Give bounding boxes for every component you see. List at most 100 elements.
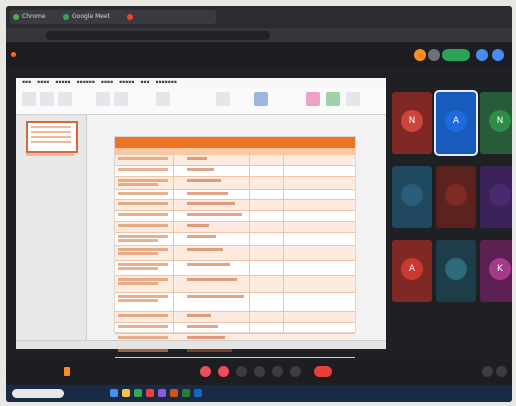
designer-icon[interactable] xyxy=(306,92,320,106)
new-slide-icon[interactable] xyxy=(40,92,54,106)
participant-tile[interactable]: A xyxy=(434,90,478,156)
camera-button[interactable] xyxy=(218,366,229,377)
browser-tab-bar: Chrome Google Meet xyxy=(6,6,512,28)
table-cell xyxy=(118,239,158,242)
taskbar-app-icon[interactable] xyxy=(158,389,166,397)
url-field[interactable] xyxy=(46,31,270,40)
record-indicator-icon xyxy=(64,367,70,376)
taskbar-app-icon[interactable] xyxy=(146,389,154,397)
chat-button[interactable] xyxy=(482,366,493,377)
table-cell xyxy=(118,314,168,317)
people-icon[interactable] xyxy=(428,49,440,61)
table-cell xyxy=(118,192,168,195)
taskbar-app-icon[interactable] xyxy=(110,389,118,397)
tab-favicon-icon xyxy=(13,14,19,20)
taskbar-app-icon[interactable] xyxy=(194,389,202,397)
taskbar-app-icon[interactable] xyxy=(134,389,142,397)
participant-tile[interactable]: K xyxy=(480,240,512,302)
account-icon[interactable] xyxy=(476,49,488,61)
table-cell xyxy=(187,295,244,298)
slide-title xyxy=(115,137,355,148)
table-divider xyxy=(249,155,250,332)
table-row xyxy=(115,323,355,334)
participant-tile[interactable]: N xyxy=(480,92,512,154)
taskbar-app-icon[interactable] xyxy=(170,389,178,397)
slide-subtitle-row xyxy=(115,148,355,155)
editor-icon[interactable] xyxy=(346,92,360,106)
avatar: A xyxy=(445,110,467,132)
table-cell xyxy=(118,157,168,160)
mic-button[interactable] xyxy=(200,366,211,377)
paste-icon[interactable] xyxy=(22,92,36,106)
table-divider xyxy=(283,155,284,332)
join-status-pill[interactable] xyxy=(442,49,470,61)
table-row xyxy=(115,246,355,261)
app-status-bar xyxy=(16,340,386,349)
browser-tab-1[interactable]: Google Meet xyxy=(60,10,132,24)
layout-icon[interactable] xyxy=(58,92,72,106)
photo-of-monitor: Chrome Google Meet ▪▪▪ ▪▪▪▪ ▪▪▪▪▪ ▪▪▪▪▪▪ ▪▪▪… xyxy=(6,6,512,402)
table-cell xyxy=(118,224,168,227)
table-row xyxy=(115,293,355,312)
table-row xyxy=(115,155,355,166)
table-cell xyxy=(118,213,168,216)
slide-thumbnails xyxy=(16,115,87,340)
table-cell xyxy=(118,278,168,281)
tab-label: Chrome xyxy=(22,13,46,20)
table-row xyxy=(115,166,355,177)
table-cell xyxy=(118,248,168,251)
dictate-icon[interactable] xyxy=(326,92,340,106)
table-cell xyxy=(187,336,225,339)
table-cell xyxy=(187,263,230,266)
table-cell xyxy=(118,168,168,171)
taskbar-app-icon[interactable] xyxy=(182,389,190,397)
arrange-icon[interactable] xyxy=(254,92,268,106)
avatar xyxy=(489,184,511,206)
taskbar-app-icon[interactable] xyxy=(122,389,130,397)
avatar: A xyxy=(401,258,423,280)
table-cell xyxy=(187,248,223,251)
captions-button[interactable] xyxy=(236,366,247,377)
browser-tab-2[interactable] xyxy=(124,10,216,24)
table-cell xyxy=(118,282,158,285)
font-icon[interactable] xyxy=(96,92,110,106)
more-options-button[interactable] xyxy=(290,366,301,377)
table-cell xyxy=(118,252,158,255)
bold-icon[interactable] xyxy=(114,92,128,106)
slide-canvas xyxy=(114,136,356,358)
table-cell xyxy=(187,192,228,195)
table-cell xyxy=(118,299,158,302)
table-cell xyxy=(118,202,168,205)
avatar xyxy=(445,258,467,280)
participant-tile[interactable]: A xyxy=(392,240,432,302)
shapes-icon[interactable] xyxy=(216,92,230,106)
table-row xyxy=(115,312,355,323)
activities-button[interactable] xyxy=(496,366,507,377)
avatar xyxy=(401,184,423,206)
table-cell xyxy=(118,349,168,352)
table-row xyxy=(115,190,355,200)
participant-tile[interactable] xyxy=(392,166,432,228)
reaction-icon[interactable] xyxy=(414,49,426,61)
present-button[interactable] xyxy=(272,366,283,377)
table-cell xyxy=(118,267,158,270)
leave-call-button[interactable] xyxy=(314,366,332,377)
table-cell xyxy=(187,168,214,171)
paragraph-icon[interactable] xyxy=(156,92,170,106)
table-cell xyxy=(187,278,237,281)
avatar: N xyxy=(401,110,423,132)
meeting-controls xyxy=(6,361,512,383)
slide-thumbnail-1[interactable] xyxy=(26,121,78,153)
table-cell xyxy=(187,157,207,160)
participant-tile[interactable] xyxy=(436,166,476,228)
taskbar-search[interactable] xyxy=(12,389,64,398)
meeting-header xyxy=(6,42,512,68)
settings-icon[interactable] xyxy=(492,49,504,61)
participant-tile[interactable] xyxy=(436,240,476,302)
participant-tile[interactable] xyxy=(480,166,512,228)
table-cell xyxy=(187,314,211,317)
table-row xyxy=(115,261,355,276)
table-cell xyxy=(118,183,158,186)
participant-tile[interactable]: N xyxy=(392,92,432,154)
raise-hand-button[interactable] xyxy=(254,366,265,377)
